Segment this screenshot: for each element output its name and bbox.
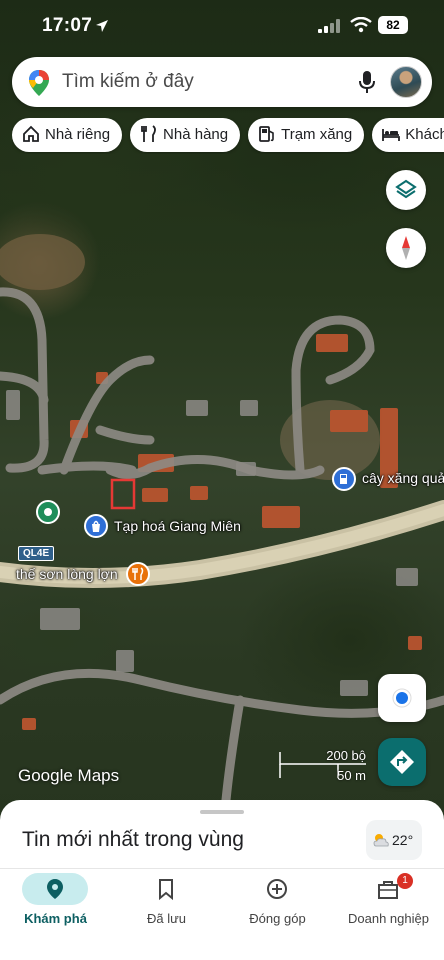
restaurant-poi-icon[interactable] [126, 562, 150, 586]
scale-imperial: 200 bộ [326, 748, 366, 763]
wifi-icon [350, 17, 372, 33]
chip-home-label: Nhà riêng [45, 126, 111, 143]
nav-saved-label: Đã lưu [146, 911, 187, 926]
partly-cloudy-icon [373, 834, 389, 847]
hotel-icon [382, 129, 401, 141]
directions-icon [390, 750, 414, 774]
layers-button[interactable] [386, 170, 426, 210]
chip-gas-stations-label: Trạm xăng [281, 126, 353, 143]
restaurant-icon [141, 125, 156, 142]
nav-contribute-label: Đóng góp [249, 911, 306, 926]
add-circle-icon [267, 879, 287, 899]
temperature: 22° [392, 832, 414, 848]
bookmark-icon [159, 879, 173, 901]
sheet-drag-handle[interactable] [200, 810, 244, 814]
layers-icon [395, 179, 417, 199]
grocery-label[interactable]: Tạp hoá Giang Miên [114, 518, 241, 534]
location-arrow-icon [96, 20, 108, 32]
nav-explore[interactable]: Khám phá [0, 869, 111, 939]
nav-business-label: Doanh nghiệp [348, 911, 429, 926]
status-time: 17:07 [42, 15, 93, 36]
gas-station-icon [259, 126, 274, 142]
sheet-title: Tin mới nhất trong vùng [22, 828, 244, 851]
nav-business[interactable]: 1 Doanh nghiệp [333, 869, 444, 939]
home-icon [23, 125, 39, 142]
weather-badge[interactable]: 22° [366, 820, 422, 860]
gas-station-label[interactable]: cây xăng quả [362, 470, 444, 486]
bottom-navigation: Khám phá Đã lưu Đóng góp 1 Doanh nghiệp [0, 868, 444, 960]
map-scale: 200 bộ 50 m [278, 748, 370, 784]
account-avatar[interactable] [390, 66, 422, 98]
status-bar: 17:07 82 [0, 0, 444, 52]
chip-home[interactable]: Nhà riêng [12, 118, 123, 152]
location-poi-icon[interactable] [36, 500, 60, 524]
search-input[interactable]: Tìm kiếm ở đây [62, 71, 194, 93]
google-maps-attribution: Google Maps [18, 766, 120, 785]
road-shield: QL4E [18, 546, 55, 561]
chip-restaurants-label: Nhà hàng [163, 126, 229, 143]
directions-button[interactable] [378, 738, 426, 786]
gas-station-poi-icon[interactable] [332, 467, 356, 491]
microphone-icon[interactable] [358, 70, 376, 94]
nav-saved[interactable]: Đã lưu [111, 869, 222, 939]
cellular-signal-icon [318, 19, 340, 33]
notification-badge: 1 [397, 873, 413, 889]
battery-indicator: 82 [378, 16, 408, 34]
category-chips: Nhà riêng Nhà hàng Trạm xăng Khách [12, 118, 444, 154]
nav-explore-label: Khám phá [24, 911, 87, 926]
chip-hotels[interactable]: Khách [372, 118, 444, 152]
chip-hotels-label: Khách [405, 126, 444, 143]
explore-pin-icon [47, 879, 63, 899]
business-icon [378, 881, 398, 899]
search-bar[interactable]: Tìm kiếm ở đây [12, 57, 432, 107]
compass-icon [402, 236, 410, 260]
compass-button[interactable] [386, 228, 426, 268]
restaurant-label[interactable]: thế sơn lòng lợn [16, 566, 118, 582]
shopping-poi-icon[interactable] [84, 514, 108, 538]
my-location-button[interactable] [378, 674, 426, 722]
chip-restaurants[interactable]: Nhà hàng [130, 118, 241, 152]
chip-gas-stations[interactable]: Trạm xăng [248, 118, 365, 152]
nav-contribute[interactable]: Đóng góp [222, 869, 333, 939]
google-maps-pin-icon [29, 70, 49, 96]
my-location-icon [392, 688, 412, 708]
scale-metric: 50 m [337, 768, 366, 783]
